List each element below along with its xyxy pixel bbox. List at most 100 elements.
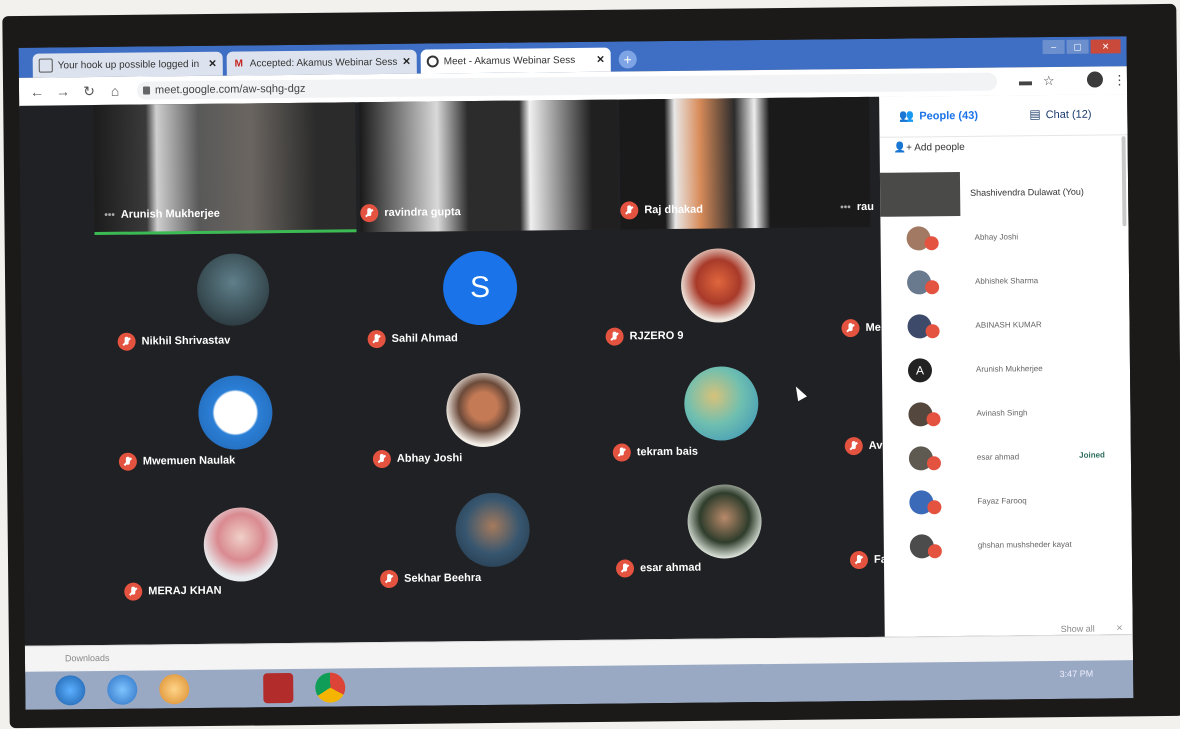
url-field[interactable]: meet.google.com/aw-sqhg-dgz bbox=[136, 72, 998, 100]
add-person-icon: 👤+ bbox=[893, 142, 915, 154]
close-tab-icon[interactable]: ✕ bbox=[596, 54, 605, 65]
mic-off-icon bbox=[925, 280, 940, 295]
extension-icon[interactable]: ▬ bbox=[1019, 73, 1032, 88]
meet-stage: ••• Arunish Mukherjee ravindra gupta Raj … bbox=[19, 96, 887, 646]
close-tab-icon[interactable]: ✕ bbox=[402, 56, 411, 67]
participant-avatar bbox=[203, 507, 279, 582]
profile-avatar[interactable] bbox=[1086, 71, 1104, 88]
tab-1[interactable]: Your hook up possible logged in ✕ bbox=[32, 51, 223, 78]
mic-off-icon bbox=[605, 327, 624, 346]
participant-row[interactable]: Abhishek Sharma bbox=[881, 262, 1111, 304]
participant-row[interactable]: A Arunish Mukherjee bbox=[882, 350, 1112, 392]
video-tile[interactable]: Raj dhakad bbox=[619, 96, 871, 230]
people-panel: 👥 People (43) ▤ Chat (12) 👤+ Add people Sh… bbox=[879, 94, 1133, 637]
mic-off-icon bbox=[926, 412, 941, 427]
star-icon[interactable]: ☆ bbox=[1043, 73, 1055, 89]
participant-name: Abhishek Sharma bbox=[975, 276, 1039, 286]
video-tile[interactable]: ravindra gupta bbox=[359, 99, 619, 233]
mic-off-icon bbox=[926, 456, 942, 471]
participant-row[interactable]: ghshan mushsheder kayat bbox=[884, 526, 1114, 568]
mic-off-icon bbox=[372, 449, 391, 469]
mic-off-icon bbox=[118, 452, 137, 471]
mic-off-icon bbox=[927, 500, 942, 515]
participant-name: ••• rau bbox=[840, 200, 874, 214]
participant-avatar bbox=[687, 484, 762, 559]
participant-name: ravindra gupta bbox=[360, 203, 461, 223]
video-tile[interactable]: ••• Arunish Mukherjee bbox=[93, 102, 357, 236]
window-controls: – ▢ ✕ bbox=[1042, 39, 1121, 55]
reload-icon[interactable]: ↻ bbox=[81, 83, 97, 99]
lock-icon bbox=[142, 86, 151, 95]
maximize-icon[interactable]: ▢ bbox=[1066, 39, 1089, 54]
self-video bbox=[879, 171, 961, 217]
participant-name: ghshan mushsheder kayat bbox=[977, 539, 1072, 550]
home-icon[interactable]: ⌂ bbox=[107, 83, 123, 99]
tab-people[interactable]: 👥 People (43) bbox=[899, 108, 978, 123]
participant-row[interactable]: esar ahmad Joined bbox=[883, 438, 1113, 480]
mic-off-icon bbox=[367, 329, 386, 349]
participant-avatar bbox=[683, 366, 759, 441]
participant-row[interactable]: ABINASH KUMAR bbox=[881, 306, 1111, 348]
panel-tabs: 👥 People (43) ▤ Chat (12) bbox=[879, 94, 1128, 138]
participant-row[interactable]: Abhay Joshi bbox=[880, 218, 1110, 260]
participant-avatar: S bbox=[442, 250, 518, 326]
participant-avatar bbox=[196, 253, 270, 326]
back-icon[interactable]: ← bbox=[29, 84, 45, 100]
participant-name: Avinash Singh bbox=[976, 408, 1028, 418]
add-people-button[interactable]: 👤+ Add people bbox=[894, 142, 965, 154]
participant-name: Fayaz Farooq bbox=[977, 496, 1027, 506]
participant-avatar: A bbox=[907, 358, 933, 383]
url-text: meet.google.com/aw-sqhg-dgz bbox=[154, 82, 306, 97]
participant-name: tekram bais bbox=[612, 443, 698, 462]
mic-off-icon bbox=[612, 443, 631, 462]
participant-name: Nikhil Shrivastav bbox=[117, 332, 231, 351]
participant-name: Mwemuen Naulak bbox=[118, 452, 235, 471]
participant-name: MERAJ KHAN bbox=[124, 582, 222, 601]
tab-chat[interactable]: ▤ Chat (12) bbox=[1029, 107, 1091, 122]
gmail-icon: M bbox=[234, 57, 243, 70]
menu-icon[interactable]: ⋮ bbox=[1113, 72, 1126, 88]
participant-name: ABINASH KUMAR bbox=[975, 320, 1042, 330]
participant-avatar bbox=[445, 372, 521, 448]
screen: Your hook up possible logged in ✕ M Acce… bbox=[18, 36, 1134, 710]
show-all-link[interactable]: Show all bbox=[1061, 624, 1095, 634]
tab-title: Accepted: Akamus Webinar Sess bbox=[249, 56, 398, 69]
close-window-icon[interactable]: ✕ bbox=[1090, 39, 1121, 54]
tab-2[interactable]: M Accepted: Akamus Webinar Sess ✕ bbox=[226, 49, 417, 76]
chrome-icon[interactable] bbox=[315, 672, 346, 703]
mic-off-icon bbox=[117, 332, 136, 351]
system-clock[interactable]: 3:47 PM bbox=[1060, 669, 1094, 679]
ie-icon[interactable] bbox=[107, 674, 138, 705]
new-tab-button[interactable]: + bbox=[618, 50, 637, 69]
participant-name: esar ahmad bbox=[615, 559, 701, 578]
chat-icon: ▤ bbox=[1029, 107, 1041, 122]
mic-off-icon bbox=[924, 236, 939, 251]
mic-off-icon bbox=[849, 550, 869, 570]
participant-name: ••• Arunish Mukherjee bbox=[104, 207, 220, 221]
participant-name: Abhay Joshi bbox=[974, 232, 1019, 242]
mic-off-icon bbox=[841, 319, 860, 338]
download-label: Downloads bbox=[64, 652, 110, 664]
mic-off-icon bbox=[925, 324, 940, 339]
mic-off-icon bbox=[927, 544, 942, 559]
participant-avatar bbox=[198, 375, 273, 450]
mic-off-icon bbox=[615, 559, 635, 578]
people-icon: 👥 bbox=[899, 108, 915, 123]
forward-icon[interactable]: → bbox=[55, 83, 71, 99]
tab-3[interactable]: Meet - Akamus Webinar Sess ✕ bbox=[420, 47, 611, 74]
mouse-cursor-icon bbox=[791, 384, 807, 402]
participant-name: Abhay Joshi bbox=[372, 449, 463, 469]
participant-row[interactable]: Avinash Singh bbox=[882, 394, 1112, 436]
participant-name: Av bbox=[844, 437, 883, 456]
close-tab-icon[interactable]: ✕ bbox=[208, 58, 217, 69]
minimize-icon[interactable]: – bbox=[1042, 39, 1065, 55]
start-button[interactable] bbox=[55, 675, 86, 706]
participant-name: Sekhar Beehra bbox=[380, 569, 481, 589]
mic-off-icon bbox=[844, 437, 863, 456]
mic-off-icon bbox=[620, 201, 639, 220]
pdf-reader-icon[interactable] bbox=[263, 672, 294, 704]
participant-row[interactable]: Fayaz Farooq bbox=[883, 482, 1113, 524]
joined-badge: Joined bbox=[1079, 450, 1105, 460]
close-download-bar-icon[interactable]: × bbox=[1116, 622, 1123, 634]
explorer-icon[interactable] bbox=[159, 674, 190, 705]
